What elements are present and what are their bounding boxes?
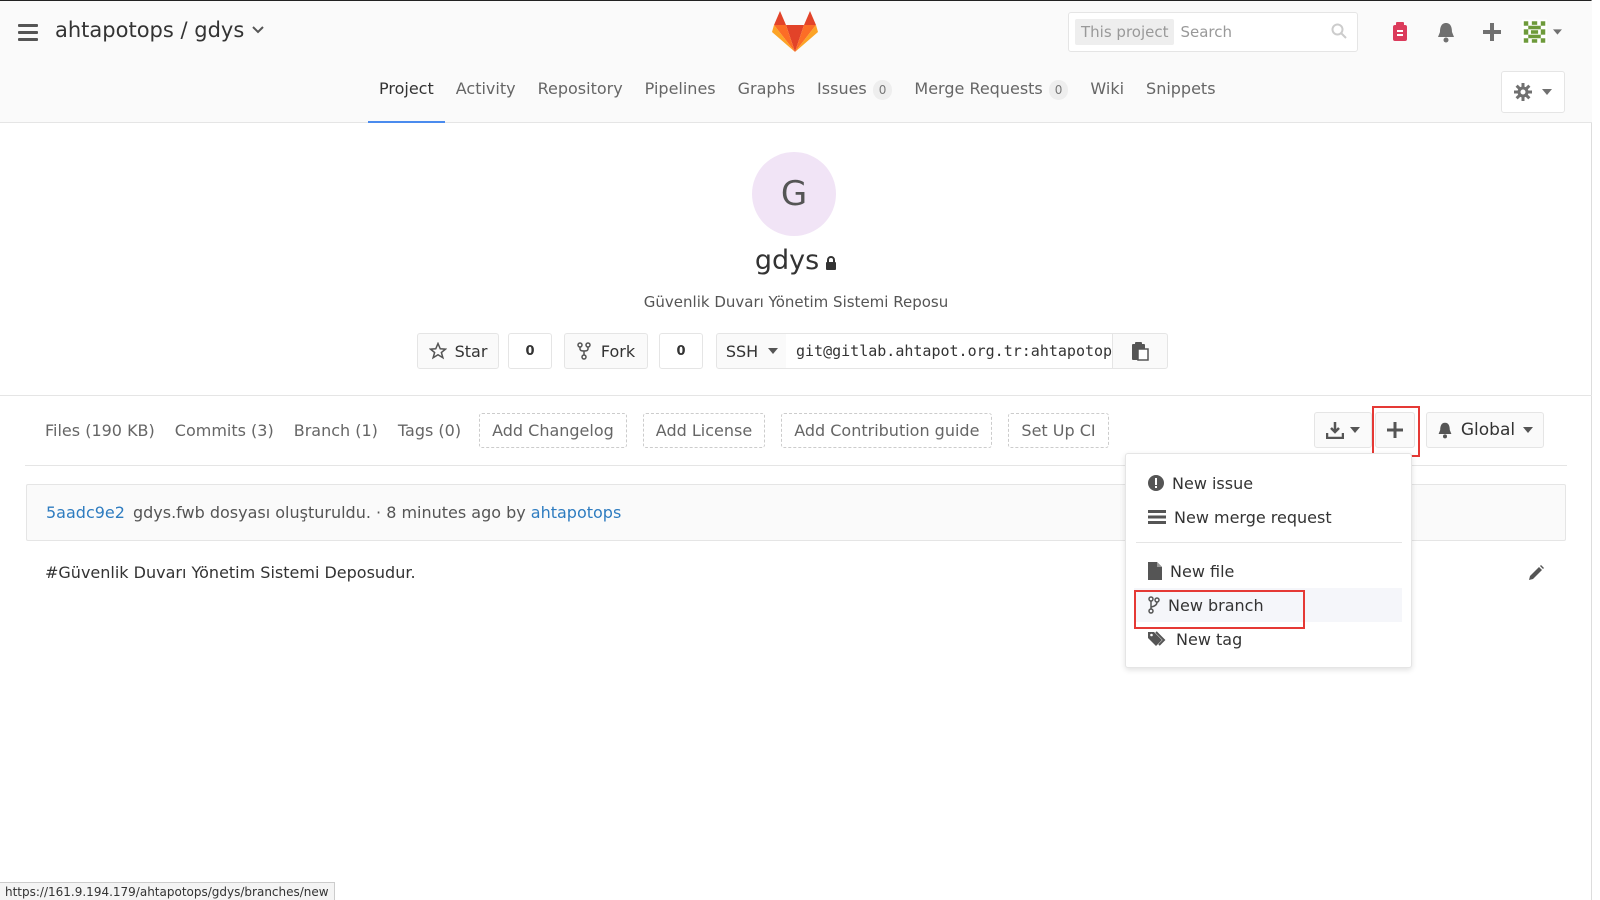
browser-frame: ahtapotops / gdys This project Search Pr… — [0, 0, 1592, 900]
caret-down-icon[interactable] — [768, 348, 779, 354]
issues-count-badge: 0 — [872, 80, 893, 100]
fork-icon — [577, 342, 591, 360]
download-button[interactable] — [1314, 412, 1372, 448]
commit-author-link[interactable]: ahtapotops — [531, 503, 622, 522]
tab-issues[interactable]: Issues 0 — [806, 71, 903, 123]
lock-icon — [825, 246, 837, 277]
tab-snippets[interactable]: Snippets — [1135, 71, 1227, 123]
annotation-highlight-plus — [1372, 406, 1420, 457]
star-count[interactable]: 0 — [508, 333, 552, 369]
plus-icon[interactable] — [1478, 18, 1506, 46]
tab-merge-requests-label[interactable]: Merge Requests — [914, 79, 1042, 98]
todo-icon[interactable] — [1386, 18, 1414, 46]
project-nav: Project Activity Repository Pipelines Gr… — [368, 71, 1227, 123]
commits-link[interactable]: Commits (3) — [165, 421, 284, 440]
tab-graphs-label[interactable]: Graphs — [738, 79, 795, 98]
annotation-highlight-new-branch — [1134, 590, 1305, 629]
tab-wiki[interactable]: Wiki — [1079, 71, 1135, 123]
search-scope-label: This project — [1075, 19, 1175, 45]
menu-item-new-file[interactable]: New file — [1134, 554, 1402, 588]
fork-label[interactable]: Fork — [601, 342, 635, 361]
notification-level-label[interactable]: Global — [1461, 420, 1515, 440]
project-description: Güvenlik Duvarı Yönetim Sistemi Reposu — [643, 293, 949, 311]
exclamation-circle-icon — [1148, 475, 1164, 491]
project-breadcrumb[interactable]: ahtapotops / gdys — [55, 18, 264, 42]
clone-url-input[interactable]: git@gitlab.ahtapot.org.tr:ahtapotops/gdy… — [786, 333, 1112, 369]
caret-down-icon — [1523, 427, 1534, 433]
menu-item-label[interactable]: New issue — [1172, 474, 1253, 493]
tags-icon — [1148, 631, 1166, 646]
tab-wiki-label[interactable]: Wiki — [1090, 79, 1124, 98]
project-name: gdys — [754, 245, 820, 276]
add-new-dropdown-menu: New issue New merge request New file New… — [1125, 453, 1412, 668]
add-contribution-guide-button[interactable]: Add Contribution guide — [781, 412, 993, 448]
add-changelog-button[interactable]: Add Changelog — [479, 412, 627, 448]
tab-repository-label[interactable]: Repository — [538, 79, 623, 98]
clone-protocol-dropdown[interactable]: SSH — [716, 333, 788, 369]
user-avatar[interactable] — [1522, 18, 1562, 46]
download-icon — [1326, 422, 1344, 439]
notification-level-dropdown[interactable]: Global — [1426, 412, 1544, 448]
tasks-icon — [1148, 510, 1166, 524]
header: ahtapotops / gdys This project Search Pr… — [0, 1, 1592, 123]
tab-graphs[interactable]: Graphs — [727, 71, 806, 123]
file-icon — [1148, 562, 1162, 580]
pencil-icon[interactable] — [1527, 564, 1545, 582]
add-license-button[interactable]: Add License — [642, 412, 766, 448]
menu-item-new-merge-request[interactable]: New merge request — [1134, 500, 1402, 534]
menu-item-new-issue[interactable]: New issue — [1134, 466, 1402, 500]
tab-issues-label[interactable]: Issues — [817, 79, 867, 98]
tab-activity-label[interactable]: Activity — [456, 79, 516, 98]
commit-sha-link[interactable]: 5aadc9e2 — [46, 503, 125, 522]
merge-requests-count-badge: 0 — [1048, 80, 1069, 100]
project-avatar: G — [752, 152, 836, 236]
project-name-row: gdys — [0, 245, 1592, 277]
gear-icon[interactable] — [1514, 83, 1532, 101]
breadcrumb-text[interactable]: ahtapotops / gdys — [55, 18, 244, 42]
tab-pipelines[interactable]: Pipelines — [634, 71, 727, 123]
tab-project-label[interactable]: Project — [379, 79, 434, 98]
bell-icon[interactable] — [1432, 18, 1460, 46]
tab-merge-requests[interactable]: Merge Requests 0 — [903, 71, 1079, 123]
star-button[interactable]: Star — [417, 333, 499, 369]
chevron-down-icon[interactable] — [252, 23, 264, 38]
tags-link[interactable]: Tags (0) — [388, 421, 471, 440]
browser-status-url: https://161.9.194.179/ahtapotops/gdys/br… — [0, 882, 335, 900]
project-stats-bar: Files (190 KB) Commits (3) Branch (1) Ta… — [35, 412, 1117, 448]
bell-icon — [1438, 422, 1452, 439]
project-settings-button[interactable] — [1501, 71, 1565, 113]
branch-link[interactable]: Branch (1) — [284, 421, 388, 440]
gitlab-logo[interactable] — [772, 11, 818, 53]
menu-item-label[interactable]: New merge request — [1174, 508, 1332, 527]
search-box[interactable]: This project — [1068, 12, 1358, 52]
search-input[interactable] — [1180, 23, 1331, 41]
identicon-avatar-icon[interactable] — [1522, 18, 1548, 46]
tab-repository[interactable]: Repository — [527, 71, 634, 123]
commit-message: gdys.fwb dosyası oluşturuldu. · 8 minute… — [132, 503, 526, 522]
section-divider — [0, 395, 1592, 396]
clipboard-icon — [1132, 342, 1149, 361]
caret-down-icon[interactable] — [1553, 29, 1562, 35]
tab-pipelines-label[interactable]: Pipelines — [645, 79, 716, 98]
caret-down-icon — [1350, 427, 1360, 433]
copy-url-button[interactable] — [1112, 333, 1168, 369]
tab-activity[interactable]: Activity — [445, 71, 527, 123]
tab-snippets-label[interactable]: Snippets — [1146, 79, 1216, 98]
menu-divider — [1136, 542, 1402, 543]
caret-down-icon[interactable] — [1542, 89, 1552, 95]
fork-count[interactable]: 0 — [659, 333, 703, 369]
setup-ci-button[interactable]: Set Up CI — [1008, 412, 1109, 448]
tab-project[interactable]: Project — [368, 71, 445, 123]
star-icon — [428, 342, 447, 360]
fork-button[interactable]: Fork — [564, 333, 648, 369]
files-link[interactable]: Files (190 KB) — [35, 421, 165, 440]
star-label[interactable]: Star — [455, 342, 488, 361]
search-icon[interactable] — [1331, 23, 1347, 39]
protocol-label[interactable]: SSH — [726, 342, 758, 361]
hamburger-menu-icon[interactable] — [18, 24, 38, 42]
menu-item-label[interactable]: New tag — [1176, 630, 1242, 649]
menu-item-label[interactable]: New file — [1170, 562, 1234, 581]
readme-content: #Güvenlik Duvarı Yönetim Sistemi Deposud… — [45, 563, 416, 582]
